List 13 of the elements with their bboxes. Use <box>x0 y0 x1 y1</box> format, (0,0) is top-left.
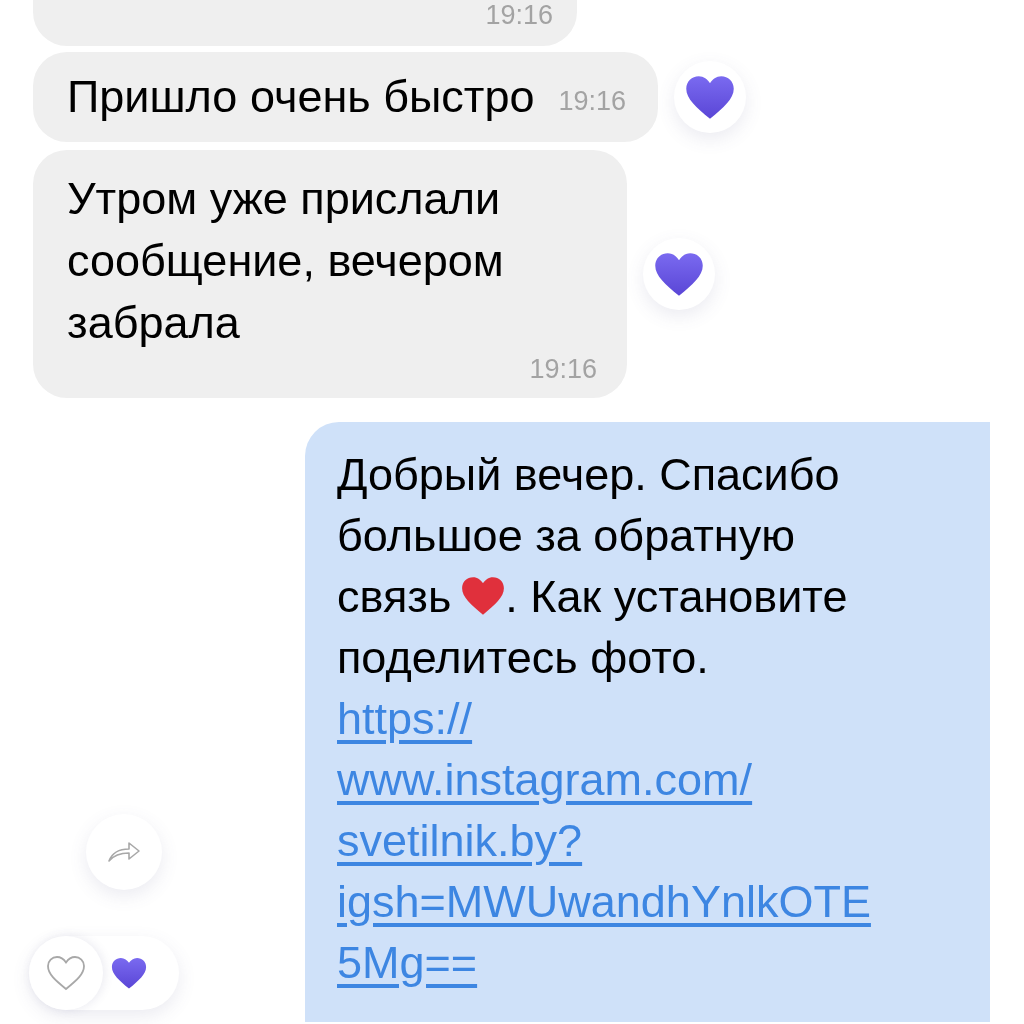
heart-icon <box>685 74 736 120</box>
share-icon <box>107 841 141 863</box>
link[interactable]: https:// www.instagram.com/ svetilnik.by? igsh=MWUwandhYnlkOTE 5Mg== <box>337 688 957 993</box>
heart-icon <box>654 251 704 297</box>
timestamp: 19:16 <box>485 0 553 30</box>
message-text: Добрый вечер. Спасибо большое за обратную связь . Как установите поделитесь фото. https:// www.instagram.com/ svetilnik.by? igsh=MWUwandhYnlkOTE 5Mg== <box>337 444 957 993</box>
heart-emoji-icon <box>461 576 506 616</box>
timestamp: 19:16 <box>529 354 597 384</box>
message-text: Пришло очень быстро <box>67 70 535 124</box>
timestamp: 19:16 <box>558 86 627 116</box>
heart-outline-icon <box>46 955 86 991</box>
like-button[interactable] <box>29 936 103 1010</box>
message-text: Утром уже прислали сообщение, вечером забрала <box>67 172 505 350</box>
